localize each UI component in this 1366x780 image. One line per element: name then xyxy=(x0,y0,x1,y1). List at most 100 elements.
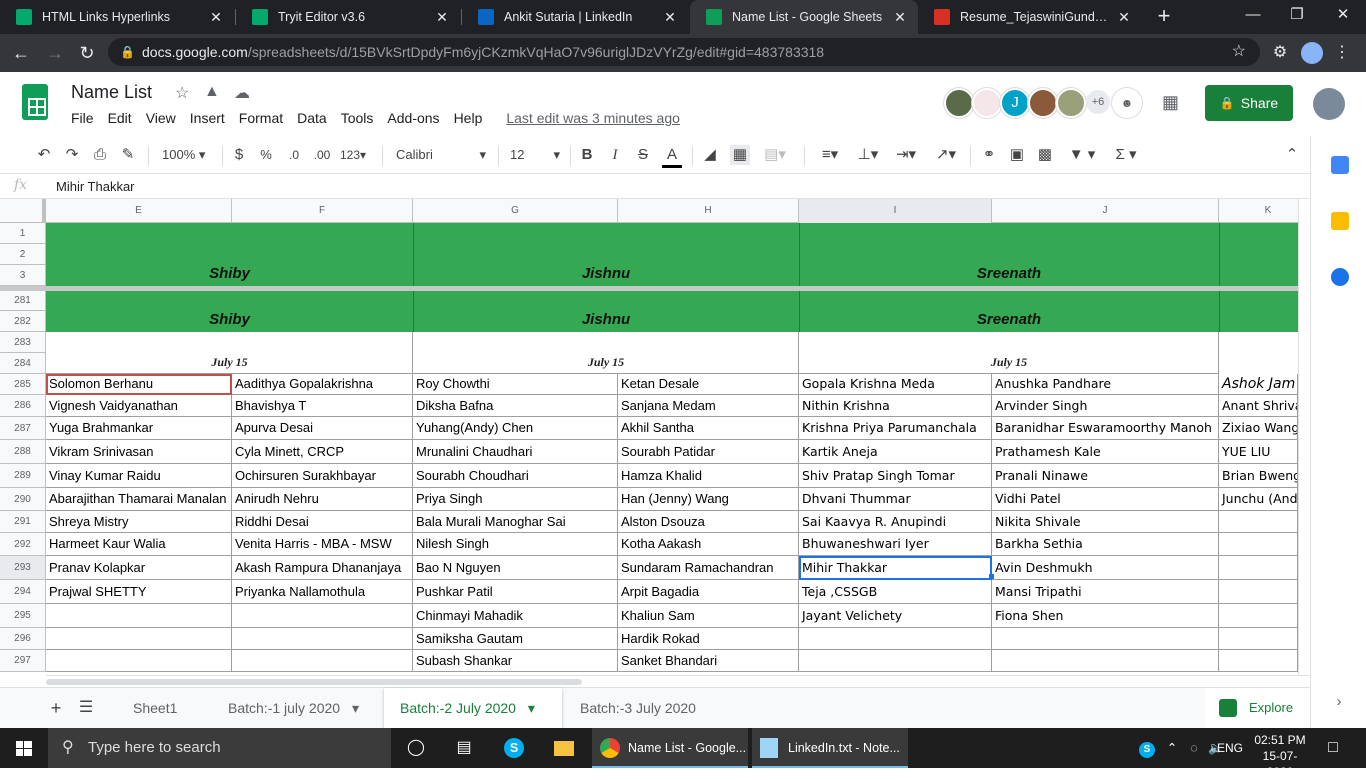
grid-cell[interactable] xyxy=(799,650,992,672)
strikethrough-button[interactable]: S xyxy=(636,145,650,165)
menu-format[interactable]: Format xyxy=(239,110,283,126)
row-header[interactable]: 296 xyxy=(0,628,46,650)
more-collaborators-badge[interactable]: +6 xyxy=(1086,90,1110,114)
network-icon[interactable]: ◌ xyxy=(1184,728,1204,768)
share-button[interactable]: 🔒 Share xyxy=(1205,85,1293,121)
sheet-tab[interactable]: Batch:-3 July 2020 ▾ xyxy=(564,688,730,756)
grid-cell[interactable]: Ketan Desale xyxy=(618,374,799,395)
menu-addons[interactable]: Add-ons xyxy=(387,110,439,126)
text-wrapping-icon[interactable]: ⇥▾ xyxy=(890,145,922,165)
fill-color-icon[interactable]: ◢ xyxy=(700,145,720,165)
grid-cell[interactable]: Chinmayi Mahadik xyxy=(413,604,618,628)
collaborator-avatar[interactable] xyxy=(1056,88,1086,118)
row-header[interactable]: 287 xyxy=(0,417,46,440)
grid-cell[interactable]: Khaliun Sam xyxy=(618,604,799,628)
grid-cell[interactable]: Sourabh Choudhari xyxy=(413,464,618,488)
sheet-tab[interactable]: Batch:-2 July 2020 ▾ xyxy=(384,688,562,728)
chevron-up-icon[interactable]: ⌃ xyxy=(1162,728,1182,768)
close-tab-icon[interactable]: ✕ xyxy=(432,9,452,26)
row-header[interactable]: 284 xyxy=(0,353,46,374)
grid-cell[interactable]: Prathamesh Kale xyxy=(992,440,1219,464)
column-header[interactable]: H xyxy=(618,199,799,223)
horizontal-scrollbar[interactable] xyxy=(46,675,1310,687)
column-header[interactable]: E xyxy=(46,199,232,223)
close-tab-icon[interactable]: ✕ xyxy=(660,9,680,26)
expand-panel-icon[interactable]: › xyxy=(1331,692,1347,712)
close-tab-icon[interactable]: ✕ xyxy=(890,9,910,26)
horizontal-scroll-thumb[interactable] xyxy=(46,679,582,685)
column-header[interactable]: G xyxy=(413,199,618,223)
grid-cell[interactable]: Junchu (Andy xyxy=(1219,488,1298,511)
row-header[interactable]: 283 xyxy=(0,332,46,353)
grid-cell[interactable]: Teja ,CSSGB xyxy=(799,580,992,604)
grid-cell[interactable]: Yuhang(Andy) Chen xyxy=(413,417,618,440)
doc-title[interactable]: Name List xyxy=(71,82,152,103)
row-header[interactable]: 3 xyxy=(0,265,46,286)
text-color-button[interactable]: A xyxy=(662,145,682,168)
grid-cell[interactable] xyxy=(232,628,413,650)
calendar-icon[interactable] xyxy=(1331,156,1349,174)
zoom-select[interactable]: 100% ▾ xyxy=(162,144,214,166)
grid-cell[interactable]: Arvinder Singh xyxy=(992,395,1219,417)
grid-cell[interactable]: Nilesh Singh xyxy=(413,533,618,556)
row-header[interactable]: 291 xyxy=(0,511,46,533)
collaborator-avatar[interactable] xyxy=(1028,88,1058,118)
grid-cell[interactable]: Bao N Nguyen xyxy=(413,556,618,580)
chrome-menu-icon[interactable]: ⋮ xyxy=(1330,41,1354,65)
file-explorer-icon[interactable] xyxy=(550,728,578,768)
forward-icon[interactable]: → xyxy=(42,41,68,67)
horizontal-align-icon[interactable]: ≡▾ xyxy=(814,145,846,165)
grid-cell[interactable] xyxy=(992,650,1219,672)
browser-tab[interactable]: Ankit Sutaria | LinkedIn ✕ xyxy=(462,0,688,34)
sheets-logo-icon[interactable] xyxy=(22,84,48,120)
grid-cell[interactable] xyxy=(1219,604,1298,628)
browser-tab[interactable]: Tryit Editor v3.6 ✕ xyxy=(236,0,460,34)
grid-cell[interactable]: Krishna Priya Parumanchala xyxy=(799,417,992,440)
grid-cell[interactable]: Sanjana Medam xyxy=(618,395,799,417)
grid-cell[interactable]: Anushka Pandhare xyxy=(992,374,1219,395)
grid-cell[interactable]: Samiksha Gautam xyxy=(413,628,618,650)
grid-cell[interactable]: Aadithya Gopalakrishna xyxy=(232,374,413,395)
grid-cell[interactable]: Priyanka Nallamothula xyxy=(232,580,413,604)
browser-tab[interactable]: Resume_TejaswiniGundam - jis✕ xyxy=(918,0,1142,34)
grid-cell[interactable]: Subash Shankar xyxy=(413,650,618,672)
close-tab-icon[interactable]: ✕ xyxy=(206,9,226,26)
percent-format-button[interactable]: % xyxy=(258,145,274,165)
minimize-button[interactable]: — xyxy=(1230,0,1276,30)
taskbar-notepad-app[interactable]: LinkedIn.txt - Note... xyxy=(752,728,908,768)
row-header[interactable]: 2 xyxy=(0,244,46,265)
chevron-down-icon[interactable]: ▾ xyxy=(524,700,535,716)
grid-cell[interactable] xyxy=(1219,580,1298,604)
text-rotation-icon[interactable]: ↗▾ xyxy=(930,145,962,165)
filter-icon[interactable]: ▼ ▾ xyxy=(1062,145,1102,165)
grid-cell[interactable]: Pranav Kolapkar xyxy=(46,556,232,580)
undo-icon[interactable]: ↶ xyxy=(34,145,54,165)
grid-cell[interactable]: Pushkar Patil xyxy=(413,580,618,604)
row-header[interactable]: 292 xyxy=(0,533,46,556)
grid-cell[interactable]: Abarajithan Thamarai Manalan xyxy=(46,488,232,511)
borders-icon[interactable]: ▦ xyxy=(730,145,750,165)
menu-help[interactable]: Help xyxy=(454,110,483,126)
grid-cell[interactable] xyxy=(46,650,232,672)
grid-cell[interactable] xyxy=(232,650,413,672)
redo-icon[interactable]: ↷ xyxy=(62,145,82,165)
grid-cell[interactable]: Cyla Minett, CRCP xyxy=(232,440,413,464)
row-header[interactable]: 286 xyxy=(0,395,46,417)
functions-icon[interactable]: Σ ▾ xyxy=(1108,145,1144,165)
windows-start-icon[interactable] xyxy=(0,728,48,768)
grid-cell[interactable]: Arpit Bagadia xyxy=(618,580,799,604)
chrome-profile-avatar[interactable] xyxy=(1301,42,1323,64)
grid-cell[interactable] xyxy=(46,628,232,650)
move-to-drive-icon[interactable]: ▲ xyxy=(204,83,220,101)
grid-cell[interactable]: Vidhi Patel xyxy=(992,488,1219,511)
grid-cell[interactable]: Anant Shrivas xyxy=(1219,395,1298,417)
comment-history-icon[interactable]: ▦ xyxy=(1162,92,1179,113)
language-indicator[interactable]: ENG xyxy=(1212,728,1248,768)
grid-cell[interactable]: Vikram Srinivasan xyxy=(46,440,232,464)
grid-cell[interactable]: Roy Chowthi xyxy=(413,374,618,395)
grid-cell[interactable]: Shreya Mistry xyxy=(46,511,232,533)
taskbar-search-input[interactable]: ⚲ Type here to search xyxy=(48,728,391,768)
skype-tray-icon[interactable]: S xyxy=(1138,728,1156,768)
cortana-icon[interactable]: ◯ xyxy=(402,728,430,768)
grid-cell[interactable]: Barkha Sethia xyxy=(992,533,1219,556)
